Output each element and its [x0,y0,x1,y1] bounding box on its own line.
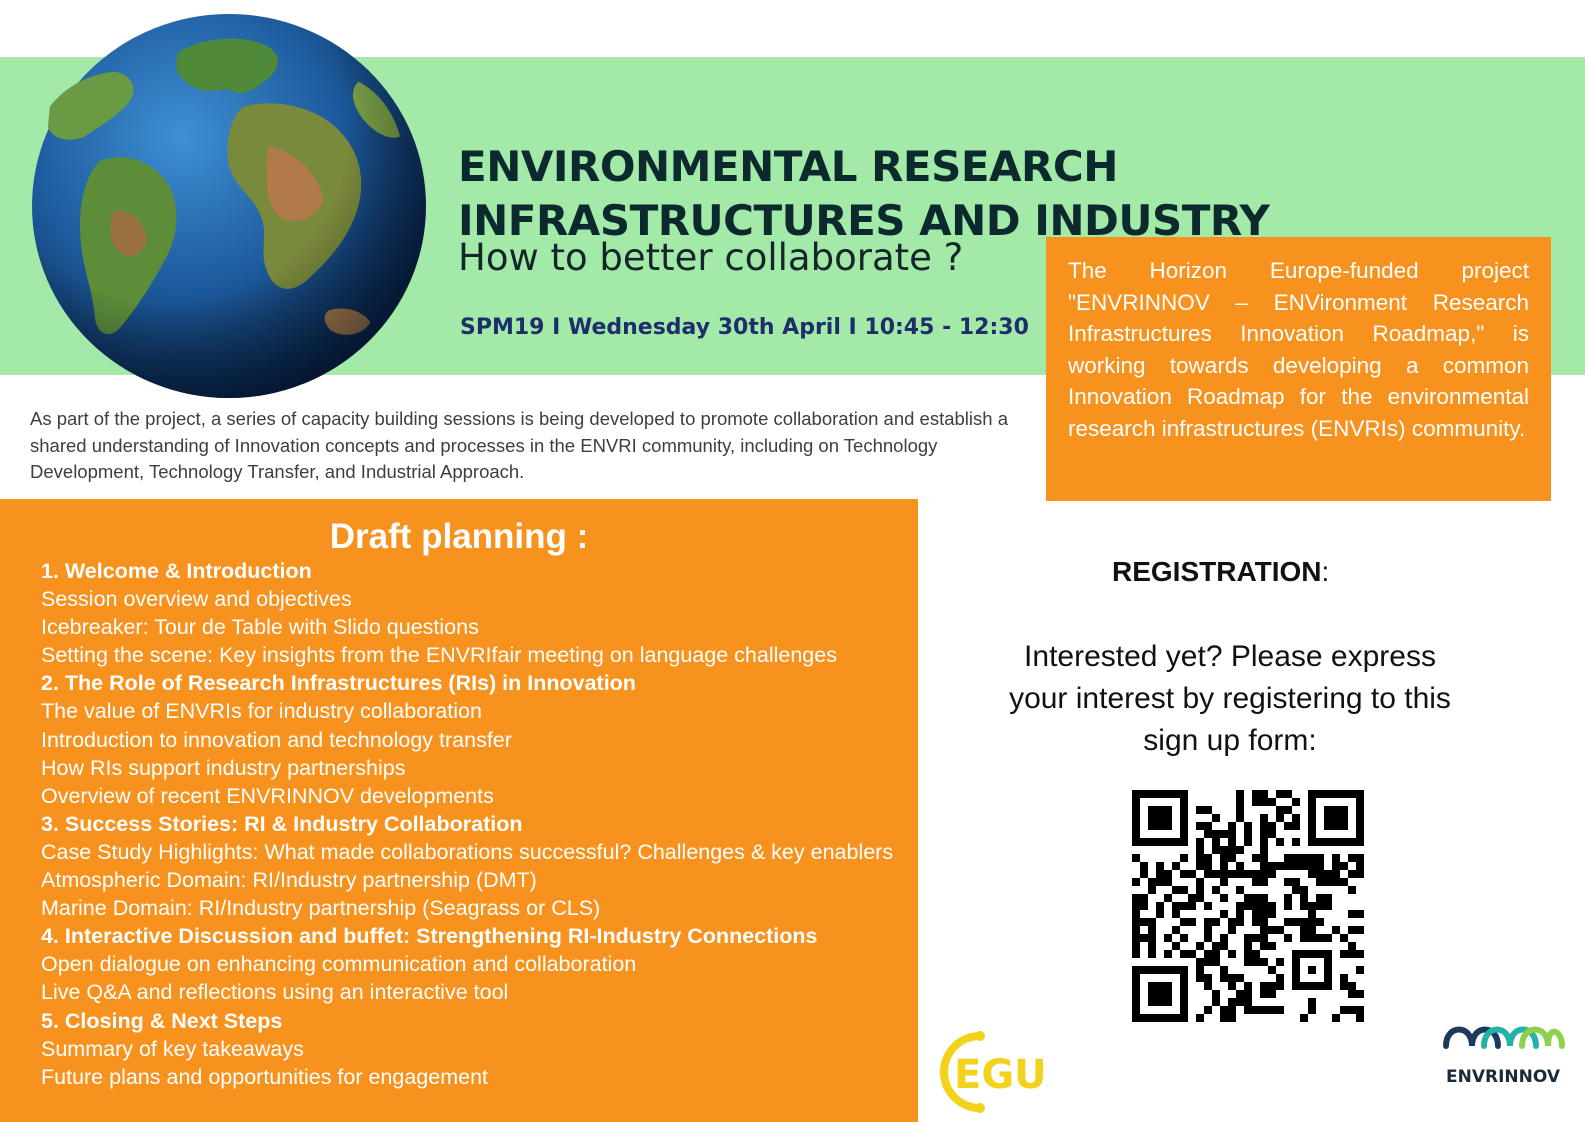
planning-item: Session overview and objectives [41,587,352,612]
registration-text: Interested yet? Please express your inte… [1009,640,1451,757]
egu-logo-text: EGU [954,1052,1047,1098]
planning-item: How RIs support industry partnerships [41,755,406,780]
planning-section-heading: 3. Success Stories: RI & Industry Collab… [41,811,523,836]
planning-item: Icebreaker: Tour de Table with Slido que… [41,615,479,640]
planning-section-heading: 1. Welcome & Introduction [41,559,312,583]
draft-planning-panel: Draft planning : 1. Welcome & Introducti… [0,499,918,1122]
page-title: ENVIRONMENTAL RESEARCH INFRASTRUCTURES A… [458,142,1270,245]
registration-title: REGISTRATION [1112,556,1322,587]
registration-heading: REGISTRATION: [1112,556,1329,588]
planning-item: Atmospheric Domain: RI/Industry partners… [41,868,537,893]
envrinnov-logo: ENVRINNOV [1443,1026,1565,1087]
planning-item: Future plans and opportunities for engag… [41,1064,489,1089]
planning-section-heading: 4. Interactive Discussion and buffet: St… [41,924,818,949]
planning-section-heading: 5. Closing & Next Steps [41,1008,283,1033]
planning-item: Setting the scene: Key insights from the… [41,643,837,668]
egu-logo: EGU [940,1031,1047,1113]
planning-list: 1. Welcome & Introduction Session overvi… [41,557,911,1091]
registration-colon: : [1321,556,1330,587]
envrinnov-logo-text: ENVRINNOV [1446,1067,1561,1087]
planning-item: Case Study Highlights: What made collabo… [41,839,894,864]
planning-item: Live Q&A and reflections using an intera… [41,980,509,1005]
planning-item: Marine Domain: RI/Industry partnership (… [41,896,601,921]
planning-item: Open dialogue on enhancing communication… [41,952,637,977]
planning-title: Draft planning : [329,517,589,556]
globe-image [32,13,426,399]
project-description-box: The Horizon Europe-funded project "ENVRI… [1046,237,1551,501]
session-info: SPM19 I Wednesday 30th April I 10:45 - 1… [460,315,1029,340]
planning-item: Introduction to innovation and technolog… [41,727,512,752]
intro-paragraph: As part of the project, a series of capa… [30,408,1008,482]
registration-qr-code[interactable] [1132,790,1364,1022]
planning-item: Overview of recent ENVRINNOV development… [41,783,494,808]
planning-item: Summary of key takeaways [41,1036,304,1061]
planning-section-heading: 2. The Role of Research Infrastructures … [41,671,636,696]
planning-item: The value of ENVRIs for industry collabo… [41,699,482,724]
page-subtitle: How to better collaborate ? [458,236,964,279]
